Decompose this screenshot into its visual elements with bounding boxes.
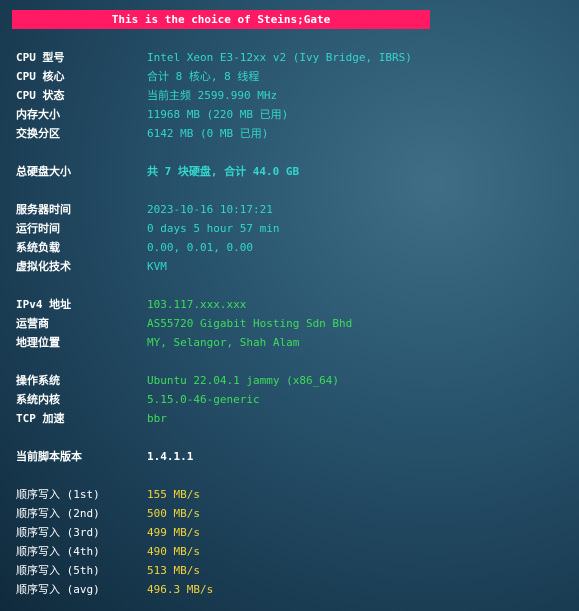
tcp-value: bbr — [147, 412, 167, 425]
location-value: MY, Selangor, Shah Alam — [147, 336, 300, 349]
cpu-model-label: CPU 型号 — [16, 51, 65, 64]
tcp-label: TCP 加速 — [16, 412, 65, 425]
io-test-value: 500 MB/s — [147, 507, 200, 520]
io-test-label: 顺序写入 (1st) — [16, 488, 100, 501]
io-test-value: 499 MB/s — [147, 526, 200, 539]
script-version-value: 1.4.1.1 — [147, 450, 194, 463]
virt-label: 虚拟化技术 — [16, 260, 71, 273]
banner: This is the choice of Steins;Gate — [12, 10, 430, 29]
io-test-value: 513 MB/s — [147, 564, 200, 577]
io-test-avg-value: 496.3 MB/s — [147, 583, 214, 596]
io-test-avg-label: 顺序写入 (avg) — [16, 583, 100, 596]
disk-total-label: 总硬盘大小 — [16, 165, 71, 178]
server-time-value: 2023-10-16 10:17:21 — [147, 203, 273, 216]
location-label: 地理位置 — [16, 336, 60, 349]
io-test-value: 155 MB/s — [147, 488, 200, 501]
os-value: Ubuntu 22.04.1 jammy (x86_64) — [147, 374, 340, 387]
cpu-cores-value: 合计 8 核心, 8 线程 — [147, 70, 260, 83]
uptime-label: 运行时间 — [16, 222, 60, 235]
terminal-screen: This is the choice of Steins;Gate CPU 型号… — [0, 0, 579, 611]
os-label: 操作系统 — [16, 374, 60, 387]
script-version-label: 当前脚本版本 — [16, 450, 82, 463]
io-test-value: 490 MB/s — [147, 545, 200, 558]
io-test-label: 顺序写入 (4th) — [16, 545, 100, 558]
cpu-model-value: Intel Xeon E3-12xx v2 (Ivy Bridge, IBRS) — [147, 51, 412, 64]
memory-label: 内存大小 — [16, 108, 60, 121]
disk-total-value: 共 7 块硬盘, 合计 44.0 GB — [147, 165, 300, 178]
kernel-label: 系统内核 — [16, 393, 60, 406]
io-test-label: 顺序写入 (5th) — [16, 564, 100, 577]
ipv4-value: 103.117.xxx.xxx — [147, 298, 247, 311]
swap-label: 交换分区 — [16, 127, 60, 140]
ipv4-label: IPv4 地址 — [16, 298, 72, 311]
cpu-status-value: 当前主频 2599.990 MHz — [147, 89, 278, 102]
isp-label: 运营商 — [16, 317, 49, 330]
io-test-label: 顺序写入 (2nd) — [16, 507, 100, 520]
swap-value: 6142 MB (0 MB 已用) — [147, 127, 269, 140]
cpu-status-label: CPU 状态 — [16, 89, 65, 102]
cpu-cores-label: CPU 核心 — [16, 70, 65, 83]
io-test-label: 顺序写入 (3rd) — [16, 526, 100, 539]
load-value: 0.00, 0.01, 0.00 — [147, 241, 253, 254]
load-label: 系统负载 — [16, 241, 60, 254]
virt-value: KVM — [147, 260, 167, 273]
memory-value: 11968 MB (220 MB 已用) — [147, 108, 289, 121]
server-time-label: 服务器时间 — [16, 203, 71, 216]
isp-value: AS55720 Gigabit Hosting Sdn Bhd — [147, 317, 353, 330]
kernel-value: 5.15.0-46-generic — [147, 393, 260, 406]
uptime-value: 0 days 5 hour 57 min — [147, 222, 280, 235]
